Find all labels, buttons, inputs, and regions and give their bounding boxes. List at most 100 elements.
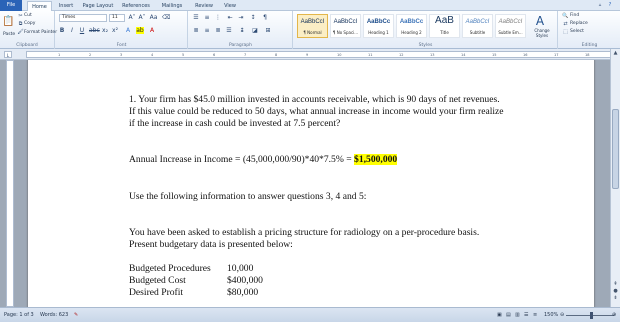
budget-row: Desired Profit $80,000 [129,287,569,299]
increase-indent-icon[interactable]: ⇥ [237,14,245,21]
vertical-ruler[interactable] [6,60,14,307]
zoom-out-icon[interactable]: ⊖ [560,311,564,319]
budget-label: Budgeted Procedures [129,263,211,274]
select-button[interactable]: Select [570,29,584,35]
page-count[interactable]: Page: 1 of 3 [4,311,34,319]
grow-font-icon[interactable]: A˄ [128,14,136,21]
tab-file[interactable]: File [0,0,22,11]
style-normal[interactable]: AaBbCcI ¶ Normal [297,14,328,38]
style-preview: AaBbCcI [498,19,523,25]
cut-button[interactable]: Cut [24,13,32,19]
view-print-layout-icon[interactable]: ▣ [497,311,502,319]
replace-icon[interactable]: ⇄ [562,21,569,28]
replace-button[interactable]: Replace [570,21,588,27]
tab-insert[interactable]: Insert [55,1,77,11]
next-page-icon[interactable]: ⇟ [612,295,619,301]
ruler-tick-label: 15 [492,53,497,57]
tab-view[interactable]: View [220,1,240,11]
bullets-icon[interactable]: ☰ [192,14,200,21]
previous-page-icon[interactable]: ⇞ [612,281,619,287]
italic-icon[interactable]: I [68,27,76,34]
find-icon[interactable]: 🔍 [562,13,569,20]
align-right-icon[interactable]: ≣ [214,27,222,34]
justify-icon[interactable]: ☰ [225,27,233,34]
superscript-icon[interactable]: x² [111,27,119,34]
tab-selector-icon[interactable]: L [4,51,12,58]
change-styles-icon[interactable]: A [530,14,550,28]
scroll-up-icon[interactable]: ▲ [612,50,619,56]
numbering-icon[interactable]: ≡ [203,14,211,21]
ruler-ticks: 1 2 3 4 5 6 7 8 9 10 11 12 13 14 15 16 17 18 [27,52,611,57]
document-page[interactable]: 1. Your firm has $45.0 million invested … [28,60,594,307]
highlight-color-icon[interactable]: ab [136,27,144,34]
copy-button[interactable]: Copy [24,21,35,27]
change-case-icon[interactable]: Aa [149,14,158,21]
style-subtitle[interactable]: AaBbCcI Subtitle [462,14,493,38]
scroll-thumb[interactable] [612,109,619,189]
zoom-in-icon[interactable]: ⊕ [612,311,616,319]
budget-value: $80,000 [227,287,259,298]
text-effects-icon[interactable]: A [124,27,132,34]
decrease-indent-icon[interactable]: ⇤ [226,14,234,21]
browse-object-icon[interactable]: ● [612,288,619,294]
cut-icon[interactable]: ✂ [17,13,24,20]
copy-icon[interactable]: ⧉ [17,21,24,28]
shrink-font-icon[interactable]: A˅ [138,14,146,21]
view-full-screen-icon[interactable]: ▤ [506,311,511,319]
style-title[interactable]: AaB Title [429,14,460,38]
tab-mailings[interactable]: Mailings [157,1,187,11]
style-name: Subtle Em... [498,30,523,35]
style-name: Title [440,30,449,35]
shading-icon[interactable]: ◪ [251,27,259,34]
sort-icon[interactable]: ↕ [249,14,257,21]
horizontal-ruler[interactable]: 1 2 3 4 5 6 7 8 9 10 11 12 13 14 15 16 17 18 [26,51,612,58]
clear-formatting-icon[interactable]: ⌫ [162,14,170,21]
view-web-layout-icon[interactable]: ▥ [515,311,520,319]
font-color-icon[interactable]: A [148,27,156,34]
vertical-scrollbar[interactable]: ▲ ⇞ ● ⇟ [610,49,620,307]
align-left-icon[interactable]: ≣ [192,27,200,34]
style-subtle-emphasis[interactable]: AaBbCcI Subtle Em... [495,14,526,38]
paste-label[interactable]: Paste [3,32,15,38]
align-center-icon[interactable]: ≡ [203,27,211,34]
tab-review[interactable]: Review [191,1,217,11]
style-name: Heading 1 [368,30,389,35]
zoom-slider-thumb[interactable] [590,312,593,319]
word-count[interactable]: Words: 623 [40,311,68,319]
minimize-ribbon-icon[interactable]: ▵ [596,2,604,9]
budget-row: Budgeted Cost $400,000 [129,275,569,287]
document-body[interactable]: 1. Your firm has $45.0 million invested … [129,94,569,299]
font-size-select[interactable]: 11 [109,14,125,22]
select-icon[interactable]: ⬚ [562,29,569,36]
q1-line: if the increase in cash could be investe… [129,118,341,129]
find-button[interactable]: Find [570,13,579,19]
borders-icon[interactable]: ⊞ [264,27,272,34]
style-heading-1[interactable]: AaBbCc Heading 1 [363,14,394,38]
proofing-icon[interactable]: ✎ [74,311,78,319]
view-draft-icon[interactable]: ≡ [533,311,537,319]
multilevel-list-icon[interactable]: ⋮ [214,14,222,21]
font-name-select[interactable]: Times [59,14,107,22]
tab-home[interactable]: Home [27,1,52,11]
tab-references[interactable]: References [119,1,153,11]
paste-icon[interactable]: 📋 [2,16,14,28]
style-heading-2[interactable]: AaBbCc Heading 2 [396,14,427,38]
tab-page-layout[interactable]: Page Layout [80,1,116,11]
change-styles-button[interactable]: Change Styles [530,28,554,38]
view-outline-icon[interactable]: ☰ [524,311,528,319]
bold-icon[interactable]: B [58,27,66,34]
subscript-icon[interactable]: x₂ [101,27,109,34]
answer-formula: Annual Increase in Income = (45,000,000/… [129,154,355,165]
format-painter-icon[interactable]: 🖌 [17,29,24,36]
word-window: File Home Insert Page Layout References … [0,0,620,322]
ruler-tick-label: 13 [430,53,435,57]
underline-icon[interactable]: U [78,27,86,34]
help-icon[interactable]: ? [606,2,614,9]
format-painter-button[interactable]: Format Painter [24,30,57,36]
style-no-spacing[interactable]: AaBbCcI ¶ No Spaci... [330,14,361,38]
budget-label: Budgeted Cost [129,275,186,286]
show-formatting-icon[interactable]: ¶ [261,14,269,21]
zoom-level[interactable]: 150% [544,311,558,319]
line-spacing-icon[interactable]: ↨ [238,27,246,34]
strikethrough-icon[interactable]: abc [89,27,100,34]
